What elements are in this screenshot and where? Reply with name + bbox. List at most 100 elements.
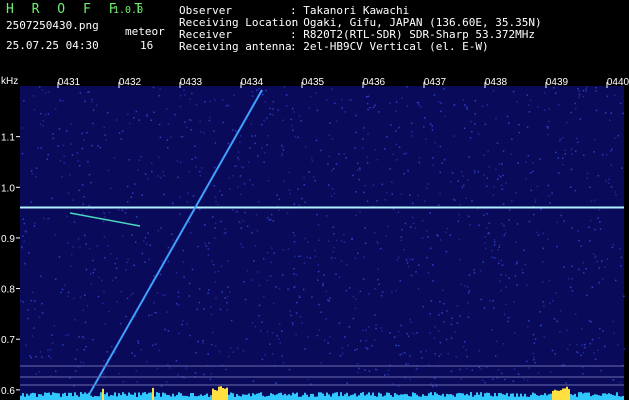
noise-speck xyxy=(20,300,22,302)
noise-speck xyxy=(523,249,525,251)
noise-speck xyxy=(186,323,188,325)
noise-speck xyxy=(62,344,64,346)
noise-speck xyxy=(469,137,472,139)
noise-speck xyxy=(167,146,169,149)
noise-speck xyxy=(96,245,98,247)
noise-speck xyxy=(327,163,329,165)
noise-speck xyxy=(344,111,346,113)
noise-speck xyxy=(526,360,528,363)
level-bar xyxy=(524,393,526,400)
noise-speck xyxy=(325,318,327,320)
noise-speck xyxy=(347,344,349,347)
level-bar xyxy=(346,392,348,400)
noise-speck xyxy=(239,141,241,143)
noise-speck xyxy=(178,295,180,298)
noise-speck xyxy=(207,353,209,355)
level-bar xyxy=(122,392,124,400)
level-bar xyxy=(562,388,564,400)
noise-speck xyxy=(403,352,406,354)
noise-speck xyxy=(463,341,466,343)
noise-speck xyxy=(268,219,270,221)
level-bar xyxy=(34,393,36,400)
level-bar xyxy=(54,392,56,400)
level-bar xyxy=(358,395,360,400)
noise-speck xyxy=(81,132,83,135)
noise-speck xyxy=(132,192,134,194)
noise-speck xyxy=(301,322,303,324)
noise-speck xyxy=(272,352,274,355)
noise-speck xyxy=(334,257,336,259)
noise-speck xyxy=(307,241,309,243)
level-bar xyxy=(126,395,128,400)
level-bar xyxy=(452,395,454,400)
noise-speck xyxy=(188,295,191,297)
noise-speck xyxy=(399,279,401,282)
noise-speck xyxy=(526,126,529,128)
noise-speck xyxy=(485,366,488,369)
noise-speck xyxy=(594,199,596,201)
noise-speck xyxy=(132,292,134,295)
noise-speck xyxy=(385,235,387,238)
noise-speck xyxy=(283,180,286,182)
level-bar xyxy=(600,395,602,400)
level-bar xyxy=(364,395,366,400)
level-bar xyxy=(568,389,570,400)
noise-speck xyxy=(126,297,129,300)
level-bar xyxy=(280,392,282,400)
level-bar xyxy=(100,392,102,400)
noise-speck xyxy=(562,163,564,166)
noise-speck xyxy=(559,140,561,142)
noise-speck xyxy=(343,234,345,236)
noise-speck xyxy=(335,273,337,275)
noise-speck xyxy=(83,349,85,351)
noise-speck xyxy=(63,155,65,157)
noise-speck xyxy=(586,294,588,297)
noise-speck xyxy=(231,175,234,177)
noise-speck xyxy=(532,352,534,355)
noise-speck xyxy=(543,91,546,94)
noise-speck xyxy=(484,247,487,250)
level-bar xyxy=(550,393,552,400)
noise-speck xyxy=(439,192,441,195)
noise-speck xyxy=(477,171,479,173)
noise-speck xyxy=(498,246,500,248)
noise-speck xyxy=(86,304,89,307)
noise-speck xyxy=(555,92,557,94)
level-bar xyxy=(218,386,220,400)
noise-speck xyxy=(168,367,171,369)
noise-speck xyxy=(192,195,195,197)
noise-speck xyxy=(359,290,362,293)
noise-speck xyxy=(612,320,615,323)
noise-speck xyxy=(198,288,201,290)
noise-speck xyxy=(513,368,516,370)
noise-speck xyxy=(486,104,488,106)
noise-speck xyxy=(175,303,178,305)
noise-speck xyxy=(254,325,257,328)
noise-speck xyxy=(226,295,229,298)
noise-speck xyxy=(49,348,52,351)
noise-speck xyxy=(484,381,486,384)
noise-speck xyxy=(365,347,367,349)
noise-speck xyxy=(411,130,413,133)
noise-speck xyxy=(315,139,318,142)
noise-speck xyxy=(450,181,452,183)
noise-speck xyxy=(191,92,193,95)
noise-speck xyxy=(386,136,388,138)
noise-speck xyxy=(288,189,291,191)
level-bar xyxy=(118,393,120,400)
level-bar xyxy=(214,389,216,400)
noise-speck xyxy=(327,299,329,302)
level-bar xyxy=(26,393,28,400)
level-bar xyxy=(480,392,482,400)
noise-speck xyxy=(237,186,239,188)
noise-speck xyxy=(451,317,453,319)
noise-speck xyxy=(498,174,500,177)
noise-speck xyxy=(197,340,199,343)
noise-speck xyxy=(47,349,49,351)
level-bar xyxy=(348,396,350,400)
y-tick-label: 1.1 xyxy=(1,133,15,144)
noise-speck xyxy=(317,264,320,266)
level-bar xyxy=(596,394,598,400)
level-bar xyxy=(484,393,486,400)
noise-speck xyxy=(138,119,140,121)
